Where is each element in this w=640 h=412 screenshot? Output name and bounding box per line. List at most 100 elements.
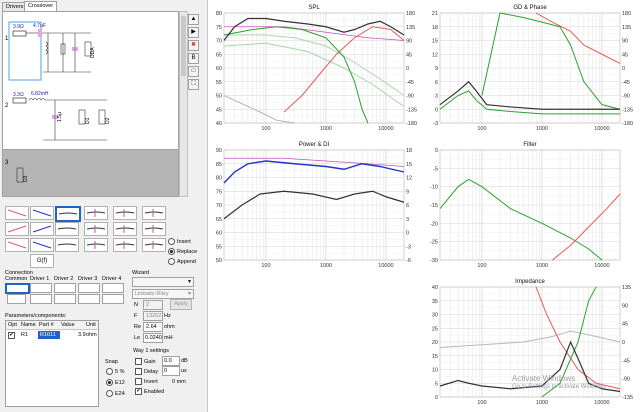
y-tick-label: 60 bbox=[216, 66, 222, 72]
move-right-icon[interactable]: ▶ bbox=[188, 27, 199, 38]
params-table: Opt Name Part # Value Unit ✔ R1 R1011 3.… bbox=[5, 320, 99, 407]
connection-driver1[interactable] bbox=[30, 283, 52, 293]
spl-plot[interactable]: 80 75 70 65 60 55 50 45 40 180 135 90 45 0 -45 -90 -135 -… bbox=[207, 0, 423, 137]
tab-crossover[interactable]: Crossover bbox=[24, 1, 58, 11]
filter-plot[interactable]: 0 -5 -10 -15 -20 -25 -30 100 1000 10000 Filter bbox=[423, 137, 639, 274]
delete-icon[interactable]: ✖ bbox=[188, 40, 199, 51]
palette-item-16[interactable] bbox=[84, 238, 108, 252]
y-tick-label: 0 bbox=[435, 107, 438, 113]
schematic-scrollbar[interactable] bbox=[179, 11, 188, 197]
way2-driver2-label: D2 bbox=[105, 117, 111, 124]
enabled-row[interactable]: ✔ Enabled bbox=[135, 388, 164, 395]
palette-item-14[interactable] bbox=[30, 238, 54, 252]
radio-insert[interactable] bbox=[168, 238, 175, 245]
radio-snap-e24[interactable] bbox=[106, 390, 113, 397]
row-value[interactable]: 3.9 bbox=[78, 332, 86, 338]
y-tick-label: 9 bbox=[435, 66, 438, 72]
row-part[interactable]: R1011 bbox=[40, 332, 56, 338]
y2-tick-label: -6 bbox=[406, 258, 411, 264]
y-tick-label: 15 bbox=[432, 39, 438, 45]
delay-checkbox[interactable] bbox=[135, 368, 142, 375]
invert-checkbox[interactable] bbox=[135, 378, 142, 385]
wizard-n-input[interactable]: 2 bbox=[143, 300, 163, 310]
connection-driver3[interactable] bbox=[78, 283, 100, 293]
gf-filter-button[interactable]: G(f) bbox=[30, 254, 54, 268]
palette-item-12[interactable] bbox=[142, 222, 166, 236]
spl-svg: 80 75 70 65 60 55 50 45 40 180 135 90 45 0 -45 -90 -135 -… bbox=[216, 5, 417, 132]
col-opt: Opt bbox=[8, 322, 17, 328]
palette-item-10[interactable] bbox=[84, 222, 108, 236]
y2-tick-label: -45 bbox=[622, 358, 630, 364]
y-tick-label: -15 bbox=[430, 203, 438, 209]
gd-phase-plot[interactable]: 21 18 15 12 9 6 3 0 -3 180 135 90 45 0 -45 -90 -135 -180 1… bbox=[423, 0, 639, 137]
connection-driver4-b[interactable] bbox=[102, 294, 124, 304]
wizard-le-input[interactable]: 0.0240 bbox=[143, 333, 163, 343]
delay-input[interactable]: 0 bbox=[162, 366, 180, 376]
y-tick-label: 30 bbox=[432, 313, 438, 319]
palette-item-15[interactable] bbox=[55, 238, 79, 252]
palette-item-18[interactable] bbox=[142, 238, 166, 252]
connection-ground[interactable] bbox=[7, 294, 26, 304]
connection-driver2[interactable] bbox=[54, 283, 76, 293]
connection-driver3-label: Driver 3 bbox=[78, 276, 98, 282]
snap-5pct[interactable]: 5 % bbox=[106, 368, 124, 375]
power-di-plot[interactable]: 90 85 80 75 70 65 60 55 50 18 15 12 9 6 3 0 -3 -6 100 1000 1… bbox=[207, 137, 423, 274]
delay-row[interactable]: Delay bbox=[135, 368, 158, 375]
wizard-apply-button[interactable]: Apply bbox=[170, 299, 192, 310]
y2-tick-label: 12 bbox=[406, 176, 412, 182]
palette-item-4[interactable] bbox=[84, 206, 108, 220]
connection-driver3-b[interactable] bbox=[78, 294, 100, 304]
plot-title: Power & DI bbox=[299, 142, 330, 148]
wizard-re-input[interactable]: 2.64 bbox=[143, 322, 163, 332]
wizard-type-select[interactable]: ▼ bbox=[132, 277, 194, 287]
radio-snap-5[interactable] bbox=[106, 368, 113, 375]
palette-item-11[interactable] bbox=[113, 222, 137, 236]
connection-driver1-b[interactable] bbox=[30, 294, 52, 304]
table-row[interactable]: ✔ R1 R1011 3.9 ohm bbox=[6, 331, 98, 339]
mode-insert[interactable]: Insert bbox=[168, 238, 191, 245]
wizard-f-input[interactable]: 13262 bbox=[143, 311, 163, 321]
mode-replace[interactable]: Replace bbox=[168, 248, 197, 255]
radio-replace[interactable] bbox=[168, 248, 175, 255]
snap-e12[interactable]: E12 bbox=[106, 379, 125, 386]
radio-append[interactable] bbox=[168, 258, 175, 265]
schematic-way3-area[interactable]: 3 D3 bbox=[2, 149, 179, 197]
connection-driver2-b[interactable] bbox=[54, 294, 76, 304]
bypass-button[interactable]: B bbox=[188, 53, 199, 64]
palette-item-17[interactable] bbox=[113, 238, 137, 252]
crossover-schematic[interactable]: 1 3.9Ω 4.7uF DDA 2 3.3Ω 6.82mH 1.5µ D1 D… bbox=[2, 11, 179, 151]
way1-driver-label: DDA bbox=[90, 47, 96, 58]
palette-item-2[interactable] bbox=[30, 206, 54, 220]
palette-item-8[interactable] bbox=[30, 222, 54, 236]
radio-snap-e12[interactable] bbox=[106, 379, 113, 386]
fit-icon[interactable]: ⛶ bbox=[188, 79, 199, 90]
palette-item-13[interactable] bbox=[5, 238, 29, 252]
gain-input[interactable]: 0.0 bbox=[162, 356, 180, 366]
connection-driver4[interactable] bbox=[102, 283, 124, 293]
row-opt-checkbox[interactable]: ✔ bbox=[8, 332, 15, 339]
palette-item-3[interactable] bbox=[55, 206, 81, 222]
palette-item-5[interactable] bbox=[113, 206, 137, 220]
enabled-checkbox[interactable]: ✔ bbox=[135, 388, 142, 395]
palette-item-9[interactable] bbox=[55, 222, 79, 236]
palette-item-1[interactable] bbox=[5, 206, 29, 220]
move-up-icon[interactable]: ▲ bbox=[188, 14, 199, 25]
mode-append[interactable]: Append bbox=[168, 258, 196, 265]
wizard-filter-select[interactable]: Linkwitz-Riley ▼ bbox=[132, 289, 194, 299]
snap-e24[interactable]: E24 bbox=[106, 390, 125, 397]
way1-c-value: 4.7uF bbox=[33, 23, 46, 29]
connection-common-selected[interactable] bbox=[5, 283, 30, 294]
way2-l-value: 6.82mH bbox=[31, 91, 49, 97]
gain-row[interactable]: Gain bbox=[135, 358, 156, 365]
invert-row[interactable]: Invert bbox=[135, 378, 158, 385]
impedance-plot[interactable]: 40 35 30 25 20 15 10 5 0 135 90 45 0 -45 -90 -135 100 100… bbox=[423, 274, 639, 411]
resistor-r1 bbox=[12, 30, 27, 37]
palette-item-6[interactable] bbox=[142, 206, 166, 220]
palette-item-7[interactable] bbox=[5, 222, 29, 236]
gain-checkbox[interactable] bbox=[135, 358, 142, 365]
square-icon[interactable]: □ bbox=[188, 66, 199, 77]
y-tick-label: 3 bbox=[435, 94, 438, 100]
col-part: Part # bbox=[39, 322, 54, 328]
scrollbar-thumb[interactable] bbox=[181, 16, 186, 76]
schematic-drawing: 1 3.9Ω 4.7uF DDA 2 3.3Ω 6.82mH 1.5µ D1 D… bbox=[5, 21, 111, 141]
